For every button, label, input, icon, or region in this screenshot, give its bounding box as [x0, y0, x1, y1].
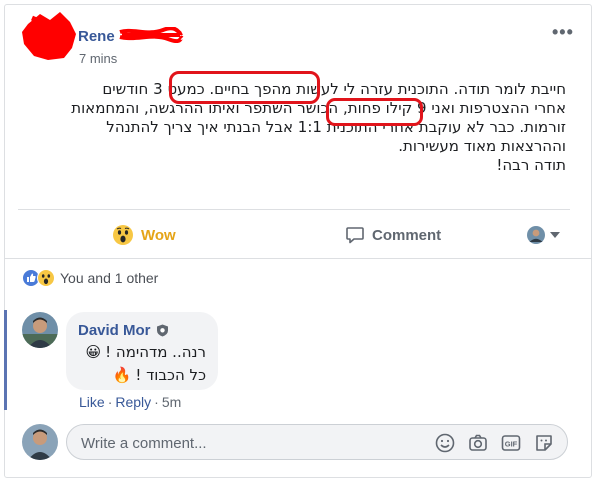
separator-dot: · [154, 394, 159, 410]
composer-tools: GIF [434, 432, 555, 454]
wow-label: Wow [141, 226, 176, 244]
comment-label: Comment [372, 226, 442, 244]
more-options-icon[interactable]: ••• [552, 22, 574, 43]
comment-line: כל הכבוד ! 🔥 [113, 366, 206, 384]
comment-timestamp[interactable]: 5m [162, 394, 181, 410]
comment-reply-link[interactable]: Reply [115, 394, 151, 410]
gif-icon[interactable]: GIF [500, 432, 522, 454]
chevron-down-icon [550, 232, 560, 238]
divider [18, 209, 570, 210]
divider [4, 258, 592, 259]
comment-button[interactable]: Comment [345, 220, 441, 250]
comment-composer[interactable]: GIF [66, 424, 568, 460]
sticker-icon[interactable] [533, 432, 555, 454]
comment-like-link[interactable]: Like [79, 394, 105, 410]
grinning-emoji-icon: 😀 [85, 343, 102, 361]
post-author-name[interactable]: Rene [78, 28, 115, 45]
post-text-line: תודה רבה! [496, 156, 566, 174]
wow-icon [113, 225, 133, 245]
svg-text:GIF: GIF [505, 440, 518, 449]
profile-thumb-icon [527, 226, 545, 244]
commenter-avatar[interactable] [22, 312, 58, 348]
comment-text-line: רנה.. מדהימה ! [105, 343, 206, 361]
commenter-name[interactable]: David Mor [78, 322, 169, 339]
redacted-avatar[interactable] [20, 10, 78, 62]
redacted-name-scribble [119, 27, 184, 43]
wow-icon [37, 269, 55, 287]
current-user-avatar[interactable] [22, 424, 58, 460]
comment-line: רנה.. מדהימה ! 😀 [85, 343, 206, 361]
comment-icon [346, 227, 364, 244]
post-text-line: וההרצאות מאוד מעשירות. [398, 137, 566, 155]
comment-text-line: כל הכבוד ! [135, 366, 206, 384]
highlight-circle-weight-loss [326, 98, 423, 126]
post-as-selector[interactable] [527, 220, 560, 250]
wow-reaction-button[interactable]: Wow [112, 220, 176, 250]
post-timestamp[interactable]: 7 mins [79, 51, 117, 66]
shield-icon [156, 324, 168, 337]
reactions-summary[interactable]: You and 1 other [22, 269, 158, 287]
comment-highlight-bar [4, 310, 7, 410]
fire-emoji-icon: 🔥 [112, 366, 132, 384]
post-text-line: זורמות. כבר לא עוקבת אחרי התוכנית 1:1 אב… [106, 118, 566, 136]
comment-input[interactable] [81, 432, 431, 454]
separator-dot: · [107, 394, 113, 410]
commenter-name-label: David Mor [78, 322, 151, 339]
emoji-icon[interactable] [434, 432, 456, 454]
reactions-summary-text: You and 1 other [60, 270, 159, 286]
camera-icon[interactable] [467, 432, 489, 454]
comment-actions: Like · Reply · 5m [79, 394, 181, 410]
highlight-circle-life-change [169, 71, 320, 104]
